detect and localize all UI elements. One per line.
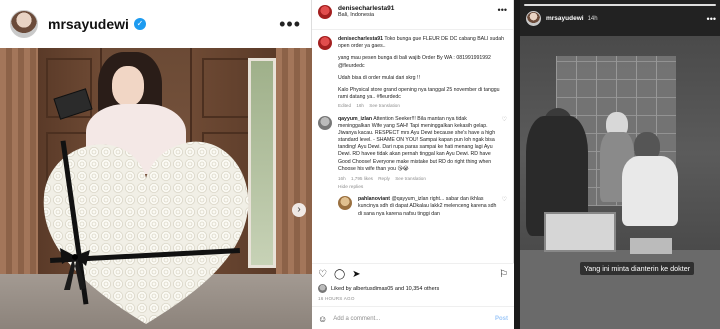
- like-comment-heart-icon[interactable]: ♡: [502, 116, 507, 183]
- header-location[interactable]: Bali, Indonesia: [338, 12, 394, 18]
- like-comment-heart-icon[interactable]: ♡: [502, 196, 507, 218]
- story-time: 14h: [587, 15, 598, 22]
- rose-heart-bouquet: [43, 141, 249, 324]
- story-caption: Yang ini minta dianterin ke dokter: [580, 262, 695, 275]
- share-send-icon[interactable]: ➤: [352, 269, 360, 280]
- avatar[interactable]: [318, 36, 332, 50]
- likes-summary[interactable]: Liked by albertusdimas05 and 10,354 othe…: [312, 280, 514, 293]
- post-header: mrsayudewi ✓ •••: [0, 0, 311, 48]
- avatar[interactable]: [10, 10, 38, 38]
- caption-meta: Edited 16h See translation: [338, 103, 506, 109]
- see-translation-link[interactable]: See translation: [369, 103, 400, 108]
- more-options-icon[interactable]: •••: [279, 14, 301, 35]
- comment-username[interactable]: qayyum_izlan: [338, 116, 372, 122]
- story-panel: mrsayudewi 14h ••• Yang ini minta diante…: [520, 0, 720, 329]
- see-translation-link[interactable]: See translation: [395, 176, 426, 181]
- bookmark-icon[interactable]: ⚐: [499, 269, 508, 280]
- caption-line-3: Udah bisa di order mulai dari skrg !!: [338, 74, 420, 81]
- story-photo[interactable]: [520, 36, 720, 329]
- person-body: [622, 156, 678, 226]
- header-username[interactable]: denisecharlesta91: [338, 5, 394, 12]
- hide-replies-link[interactable]: Hide replies: [312, 182, 513, 190]
- avatar[interactable]: [338, 196, 352, 211]
- reply-comment: pahlanoviant @qayyum_izlan right... saba…: [312, 190, 513, 218]
- more-options-icon[interactable]: •••: [498, 5, 507, 15]
- caption-username[interactable]: denisecharlesta91: [338, 36, 383, 42]
- more-options-icon[interactable]: •••: [707, 14, 716, 24]
- edited-label: Edited: [338, 103, 352, 109]
- post-footer: ♡ ◯ ➤ ⚐ Liked by albertusdimas05 and 10,…: [312, 263, 514, 329]
- next-photo-arrow-icon[interactable]: ›: [292, 203, 306, 217]
- comments-header: denisecharlesta91 Bali, Indonesia •••: [312, 0, 513, 30]
- reply-username[interactable]: pahlanoviant: [358, 196, 390, 202]
- monitor: [544, 212, 616, 252]
- comment-text: Attention Seeker!!! Bila mantan nya tida…: [338, 115, 496, 172]
- verified-badge-icon: ✓: [133, 18, 146, 30]
- avatar[interactable]: [526, 11, 541, 26]
- window: [248, 58, 276, 268]
- avatar[interactable]: [318, 5, 332, 19]
- story-progress-bar: [524, 4, 716, 6]
- post-username[interactable]: mrsayudewi: [48, 16, 129, 32]
- like-heart-icon[interactable]: ♡: [318, 269, 327, 280]
- caption: denisecharlesta91 Toko bunga gue FLEUR D…: [312, 30, 513, 110]
- likes-text: Liked by albertusdimas05 and 10,354 othe…: [331, 285, 440, 292]
- story-header: mrsayudewi 14h •••: [526, 11, 716, 26]
- comment-likes[interactable]: 1,795 likes: [351, 176, 373, 181]
- post-comment-button[interactable]: Post: [495, 316, 508, 322]
- add-comment-bar: ☺ Add a comment... Post: [312, 306, 514, 324]
- caption-time: 16h: [356, 103, 364, 109]
- comment-meta: 16h 1,795 likes Reply See translation: [338, 176, 500, 182]
- comment-bubble-icon[interactable]: ◯: [334, 269, 345, 280]
- avatar: [318, 284, 327, 293]
- emoji-smiley-icon[interactable]: ☺: [318, 314, 327, 324]
- caption-line-2: yang mau pesen bunga di bali wajib Order…: [338, 55, 491, 69]
- comment: qayyum_izlan Attention Seeker!!! Bila ma…: [312, 110, 513, 183]
- caption-line-4: Kalo Physical store grand opening nya ta…: [338, 86, 500, 101]
- post-time-ago: 16 HOURS AGO: [318, 296, 355, 301]
- black-bow: [60, 248, 90, 290]
- add-comment-input[interactable]: Add a comment...: [333, 316, 380, 322]
- reply-link[interactable]: Reply: [378, 176, 390, 181]
- post-photo[interactable]: ›: [0, 48, 312, 329]
- story-username[interactable]: mrsayudewi: [546, 15, 584, 22]
- desk-items: [630, 238, 672, 254]
- instagram-post-panel: mrsayudewi ✓ ••• ›: [0, 0, 312, 329]
- avatar[interactable]: [318, 115, 332, 130]
- comment-time: 16h: [338, 175, 346, 181]
- action-bar: ♡ ◯ ➤ ⚐: [312, 264, 514, 280]
- woman-face: [112, 66, 144, 106]
- comments-panel: denisecharlesta91 Bali, Indonesia ••• de…: [312, 0, 514, 329]
